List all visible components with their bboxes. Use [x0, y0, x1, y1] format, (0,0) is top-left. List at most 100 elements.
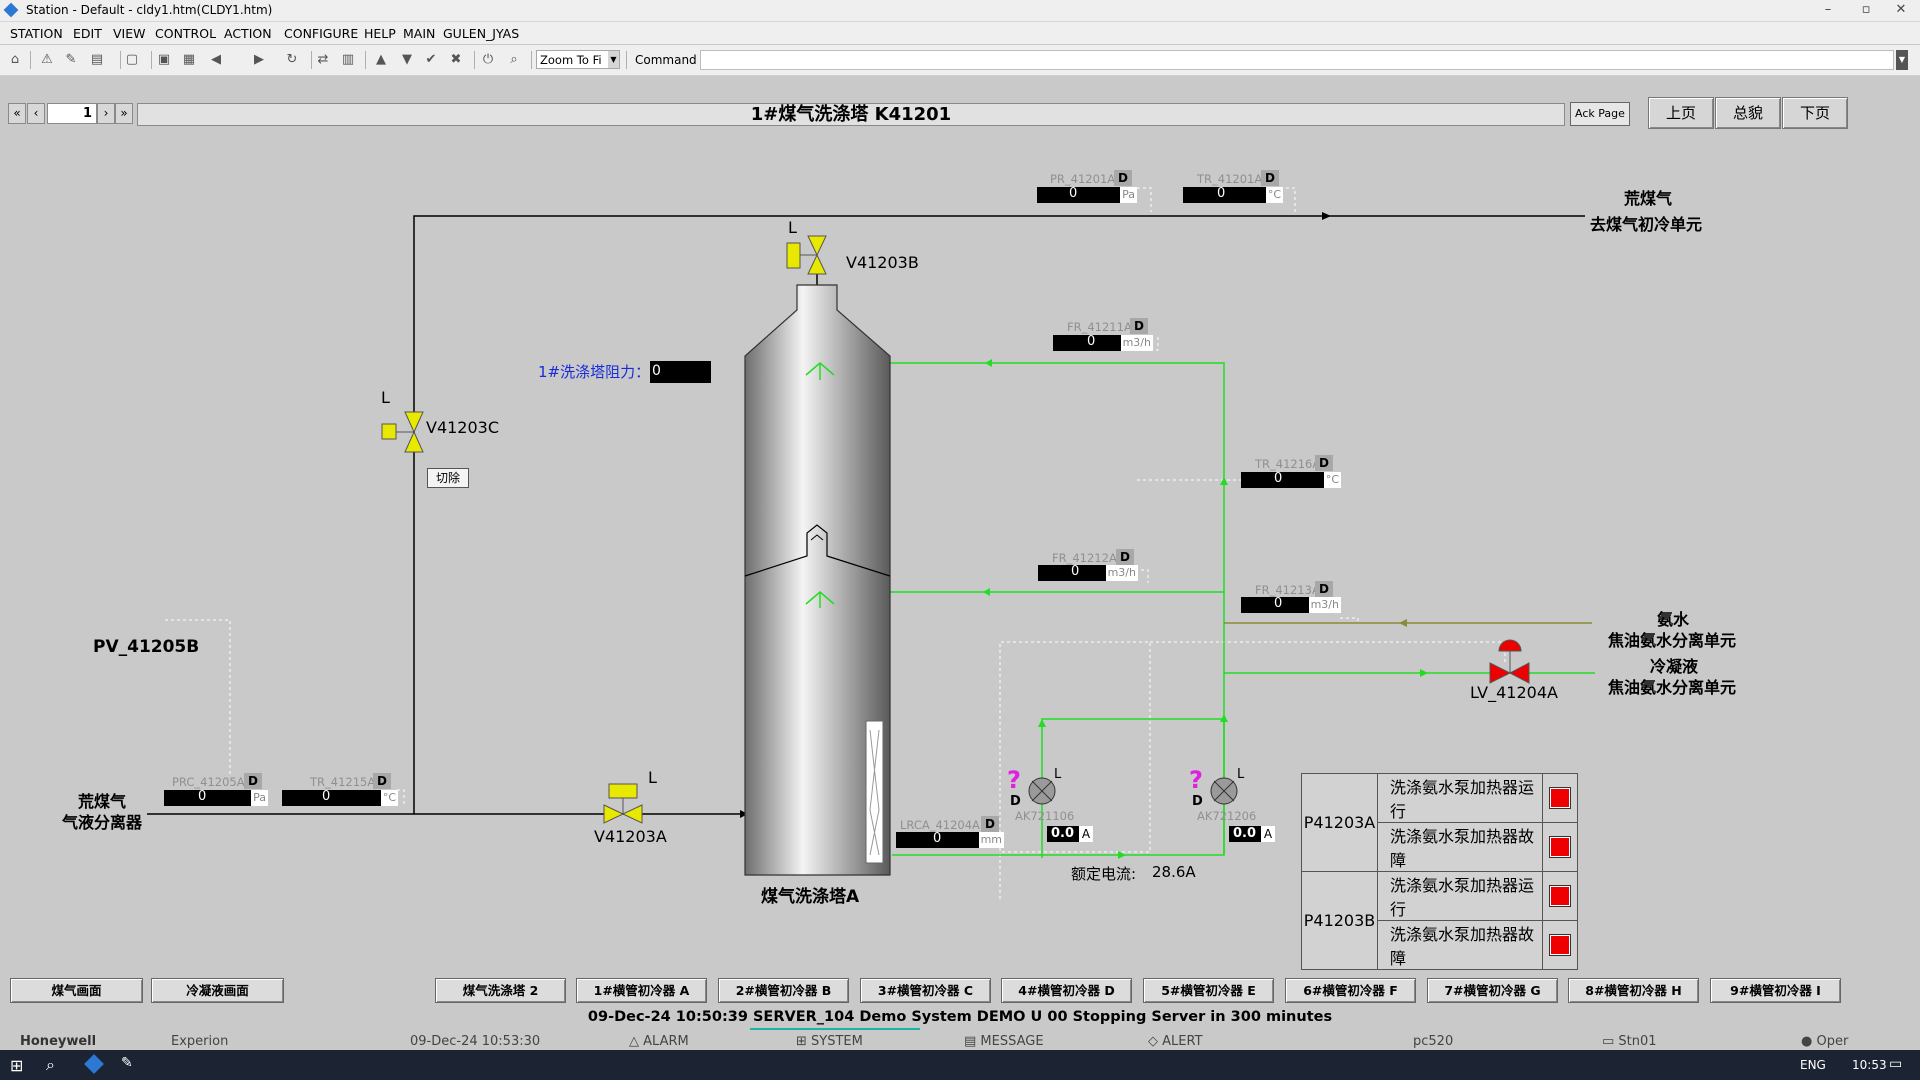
operator-level: ● Oper	[1801, 1034, 1849, 1049]
level-gauge	[865, 720, 884, 864]
search-icon[interactable]: ⌕	[46, 1055, 55, 1075]
resistance-value[interactable]: 0	[650, 361, 711, 383]
first-page-button[interactable]: «	[8, 103, 26, 124]
menu-control[interactable]: CONTROL	[155, 26, 216, 41]
nav-cooler-a[interactable]: 1#横管初冷器 A	[576, 978, 707, 1003]
nav-gas-display[interactable]: 煤气画面	[10, 978, 143, 1003]
page-number[interactable]: 1	[47, 103, 97, 124]
tr41215a-value[interactable]: 0 °C	[282, 789, 398, 806]
next-display-button[interactable]: 下页	[1782, 97, 1848, 129]
lrca41204a-tag: LRCA_41204A	[900, 818, 980, 832]
station-app-icon[interactable]	[84, 1054, 104, 1074]
edit-icon[interactable]: ✎	[62, 51, 80, 69]
pump-p41203b[interactable]	[1210, 777, 1238, 805]
pump-b-unknown-icon: ?	[1189, 766, 1203, 794]
faceplate-icon[interactable]: ▣	[155, 51, 173, 69]
valve-v41203b[interactable]	[786, 235, 827, 275]
prev-page-button[interactable]: ‹	[27, 103, 45, 124]
zoom-icon[interactable]: ⌕	[505, 51, 523, 69]
nav-cooler-d[interactable]: 4#横管初冷器 D	[1001, 978, 1132, 1003]
tr41216a-value[interactable]: 0 °C	[1241, 471, 1341, 488]
menu-help[interactable]: HELP	[364, 26, 396, 41]
fr41211a-value[interactable]: 0 m3/h	[1053, 334, 1153, 351]
fr41212a-value[interactable]: 0 m3/h	[1038, 564, 1138, 581]
report-icon[interactable]: ▤	[88, 51, 106, 69]
display-icon[interactable]: ▢	[123, 51, 141, 69]
pump-a-current[interactable]: 0.0 A	[1047, 826, 1093, 842]
menu-gulen-jyas[interactable]: GULEN_JYAS	[443, 26, 519, 41]
nav-condensate-display[interactable]: 冷凝液画面	[151, 978, 284, 1003]
back-icon[interactable]: ◀	[207, 51, 225, 69]
cut-button[interactable]: 切除	[427, 468, 469, 488]
refresh-icon[interactable]: ↻	[283, 51, 301, 69]
windows-taskbar: ⊞ ⌕ ✎ ENG 10:53 ▭	[0, 1050, 1920, 1080]
next-page-button[interactable]: ›	[97, 103, 115, 124]
message-tab[interactable]: ▤ MESSAGE	[964, 1034, 1044, 1049]
forward-icon[interactable]: ▶	[250, 51, 268, 69]
menu-configure[interactable]: CONFIGURE	[284, 26, 358, 41]
system-tab[interactable]: ⊞ SYSTEM	[796, 1034, 863, 1049]
lrca41204a-value[interactable]: 0 mm	[896, 831, 1004, 848]
command-dropdown-icon[interactable]: ▼	[1896, 50, 1908, 70]
nav-cooler-e[interactable]: 5#横管初冷器 E	[1143, 978, 1274, 1003]
condensate-destination-label: 焦油氨水分离单元	[1608, 678, 1737, 697]
status-datetime: 09-Dec-24 10:53:30	[410, 1034, 541, 1049]
nav-cooler-h[interactable]: 8#横管初冷器 H	[1568, 978, 1699, 1003]
cancel-icon[interactable]: ✖	[447, 51, 465, 69]
pump-a-tag: AK721106	[1015, 809, 1075, 823]
monitor-icon: ▭	[1602, 1034, 1619, 1049]
ack-page-button[interactable]: Ack Page	[1570, 102, 1630, 126]
outlet-label: 荒煤气	[1624, 189, 1673, 208]
home-icon[interactable]: ⌂	[6, 51, 24, 69]
menu-edit[interactable]: EDIT	[73, 26, 102, 41]
valve-v41203c[interactable]	[381, 411, 424, 453]
notification-icon[interactable]: ▭	[1889, 1056, 1902, 1072]
language-indicator[interactable]: ENG	[1800, 1058, 1826, 1072]
maximize-button[interactable]: ▫	[1846, 0, 1886, 21]
menu-main[interactable]: MAIN	[403, 26, 435, 41]
prev-display-button[interactable]: 上页	[1648, 97, 1714, 129]
overview-button[interactable]: 总貌	[1715, 97, 1781, 129]
alarm-summary-icon[interactable]: ⚠	[38, 51, 56, 69]
nav-cooler-b[interactable]: 2#横管初冷器 B	[718, 978, 849, 1003]
valve-v41203a[interactable]	[603, 783, 643, 824]
pr41201a-value[interactable]: 0 Pa	[1037, 186, 1137, 203]
up-arrow-icon[interactable]: ▲	[372, 51, 390, 69]
tr41201a-value[interactable]: 0 °C	[1183, 186, 1283, 203]
trend-icon[interactable]: ▦	[180, 51, 198, 69]
nav-cooler-i[interactable]: 9#横管初冷器 I	[1710, 978, 1841, 1003]
command-label: Command	[635, 53, 697, 67]
product-label: Experion	[171, 1034, 229, 1049]
nav-cooler-c[interactable]: 3#横管初冷器 C	[860, 978, 991, 1003]
taskbar-clock[interactable]: 10:53	[1852, 1058, 1887, 1072]
nav-cooler-g[interactable]: 7#横管初冷器 G	[1427, 978, 1558, 1003]
check-icon[interactable]: ✔	[422, 51, 440, 69]
alarm-tab[interactable]: △ ALARM	[629, 1034, 689, 1049]
alert-tab[interactable]: ◇ ALERT	[1148, 1034, 1203, 1049]
menu-view[interactable]: VIEW	[113, 26, 146, 41]
menu-action[interactable]: ACTION	[224, 26, 272, 41]
pump-a-label: P41203A	[1301, 773, 1378, 872]
pump-b-current[interactable]: 0.0 A	[1229, 826, 1275, 842]
fr41213a-value[interactable]: 0 m3/h	[1241, 596, 1341, 613]
nav-cooler-f[interactable]: 6#横管初冷器 F	[1285, 978, 1416, 1003]
prc41205a-value[interactable]: 0 Pa	[164, 789, 268, 806]
valve-lv41204a[interactable]	[1489, 639, 1530, 684]
bars-icon[interactable]: ▥	[339, 51, 357, 69]
windows-start-icon[interactable]: ⊞	[10, 1056, 23, 1075]
pump-p41203a[interactable]	[1028, 777, 1056, 805]
shuffle-icon[interactable]: ⇄	[314, 51, 332, 69]
app-icon[interactable]: ✎	[121, 1055, 133, 1071]
menu-station[interactable]: STATION	[10, 26, 63, 41]
command-input[interactable]	[700, 50, 1894, 70]
minimize-button[interactable]: –	[1808, 0, 1848, 21]
close-button[interactable]: ✕	[1881, 0, 1920, 21]
last-page-button[interactable]: »	[115, 103, 133, 124]
pump-a-d: D	[1010, 794, 1021, 809]
chevron-down-icon[interactable]: ▼	[608, 51, 619, 68]
valve-v41203a-label: V41203A	[594, 827, 667, 846]
nav-washing-tower-2[interactable]: 煤气洗涤塔 2	[435, 978, 566, 1003]
power-icon[interactable]: ⏻	[479, 51, 497, 69]
rated-current-value: 28.6A	[1152, 863, 1196, 881]
down-arrow-icon[interactable]: ▼	[398, 51, 416, 69]
